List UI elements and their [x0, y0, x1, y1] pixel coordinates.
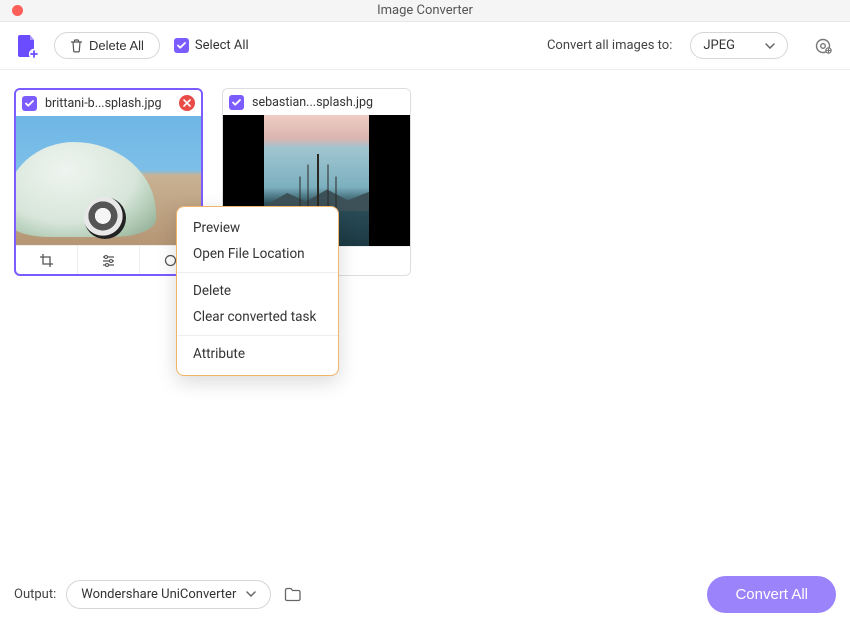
select-all-label: Select All: [195, 38, 249, 53]
image-card[interactable]: brittani-b...splash.jpg: [14, 88, 203, 276]
card-thumbnail[interactable]: [16, 116, 201, 245]
gear-icon: [813, 36, 833, 56]
thumbnail-grid: brittani-b...splash.jpg sebastian...spla…: [0, 70, 850, 568]
ctx-separator: [177, 272, 338, 273]
ctx-attribute[interactable]: Attribute: [177, 341, 338, 367]
card-checkbox[interactable]: [229, 95, 244, 110]
settings-button[interactable]: [810, 33, 836, 59]
open-output-folder-button[interactable]: [281, 582, 305, 606]
checkbox-checked-icon: [174, 38, 189, 53]
context-menu: Preview Open File Location Delete Clear …: [176, 206, 339, 376]
toolbar: Delete All Select All Convert all images…: [0, 22, 850, 70]
close-icon: [182, 98, 192, 108]
delete-all-label: Delete All: [89, 38, 144, 53]
ctx-clear-task[interactable]: Clear converted task: [177, 304, 338, 330]
card-checkbox[interactable]: [22, 96, 37, 111]
ctx-separator: [177, 335, 338, 336]
chevron-down-icon: [765, 43, 775, 49]
crop-icon: [39, 253, 54, 268]
crop-tool[interactable]: [16, 246, 78, 274]
ctx-open-location[interactable]: Open File Location: [177, 241, 338, 267]
output-path-select[interactable]: Wondershare UniConverter: [66, 580, 271, 609]
card-header: sebastian...splash.jpg: [223, 89, 410, 115]
card-header: brittani-b...splash.jpg: [16, 90, 201, 116]
window-close-dot[interactable]: [12, 5, 23, 16]
card-filename: brittani-b...splash.jpg: [45, 96, 171, 111]
card-filename: sebastian...splash.jpg: [252, 95, 404, 110]
card-tools: [16, 245, 201, 274]
footer: Output: Wondershare UniConverter Convert…: [0, 567, 850, 621]
format-value: JPEG: [703, 38, 735, 53]
titlebar: Image Converter: [0, 0, 850, 22]
trash-icon: [70, 39, 83, 53]
window-title: Image Converter: [0, 3, 850, 18]
output-path-value: Wondershare UniConverter: [81, 587, 236, 602]
folder-icon: [284, 587, 302, 602]
ctx-preview[interactable]: Preview: [177, 215, 338, 241]
card-remove-button[interactable]: [179, 95, 195, 111]
add-file-button[interactable]: [14, 33, 40, 59]
convert-to-label: Convert all images to:: [547, 38, 672, 53]
sliders-icon: [101, 253, 116, 268]
delete-all-button[interactable]: Delete All: [54, 32, 160, 59]
output-label: Output:: [14, 587, 56, 602]
convert-all-button[interactable]: Convert All: [707, 576, 836, 613]
select-all-checkbox[interactable]: Select All: [174, 38, 249, 53]
chevron-down-icon: [246, 591, 256, 597]
format-select[interactable]: JPEG: [690, 32, 788, 59]
adjust-tool[interactable]: [78, 246, 140, 274]
ctx-delete[interactable]: Delete: [177, 278, 338, 304]
